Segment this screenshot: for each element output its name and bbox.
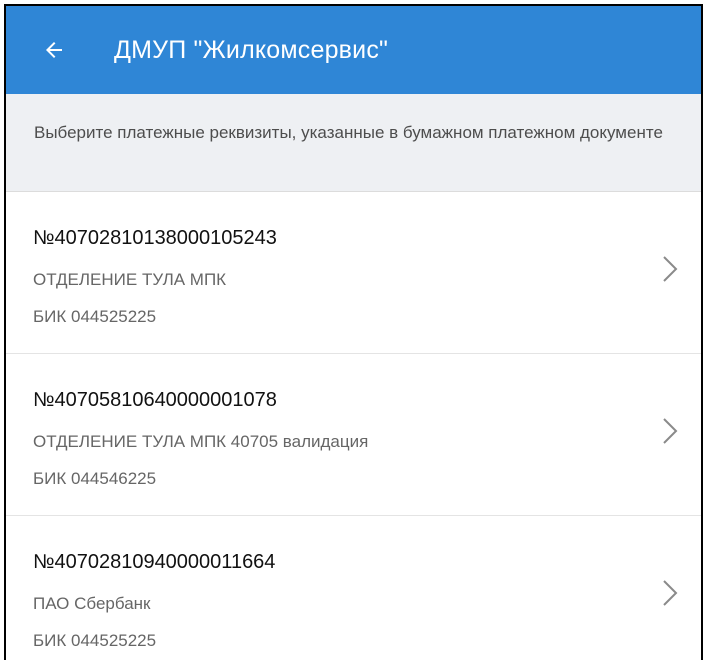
account-number: №40705810640000001078 [33, 389, 277, 411]
account-number: №40702810940000011664 [33, 551, 276, 573]
account-number: №40702810138000105243 [33, 227, 277, 249]
bik-code: БИК 044525225 [33, 307, 157, 326]
account-item[interactable]: №40702810138000105243 ОТДЕЛЕНИЕ ТУЛА МПК… [6, 192, 701, 354]
chevron-right-icon [663, 580, 678, 606]
arrow-left-icon [46, 42, 62, 58]
account-item[interactable]: №40702810940000011664 ПАО Сбербанк БИК 0… [6, 516, 701, 660]
account-list: №40702810138000105243 ОТДЕЛЕНИЕ ТУЛА МПК… [6, 192, 701, 660]
back-button[interactable] [28, 24, 80, 76]
bank-name: ПАО Сбербанк [33, 594, 151, 613]
bik-code: БИК 044546225 [33, 469, 157, 488]
chevron-right-icon [663, 418, 678, 444]
instruction-text: Выберите платежные реквизиты, указанные … [6, 94, 701, 192]
bik-code: БИК 044525225 [33, 631, 157, 650]
bank-name: ОТДЕЛЕНИЕ ТУЛА МПК 40705 валидация [33, 432, 369, 451]
app-bar: ДМУП "Жилкомсервис" [6, 6, 701, 94]
chevron-right-icon [663, 256, 678, 282]
bank-name: ОТДЕЛЕНИЕ ТУЛА МПК [33, 270, 227, 289]
account-item[interactable]: №40705810640000001078 ОТДЕЛЕНИЕ ТУЛА МПК… [6, 354, 701, 516]
app-screen: ДМУП "Жилкомсервис" Выберите платежные р… [4, 4, 703, 660]
page-title: ДМУП "Жилкомсервис" [114, 35, 389, 64]
